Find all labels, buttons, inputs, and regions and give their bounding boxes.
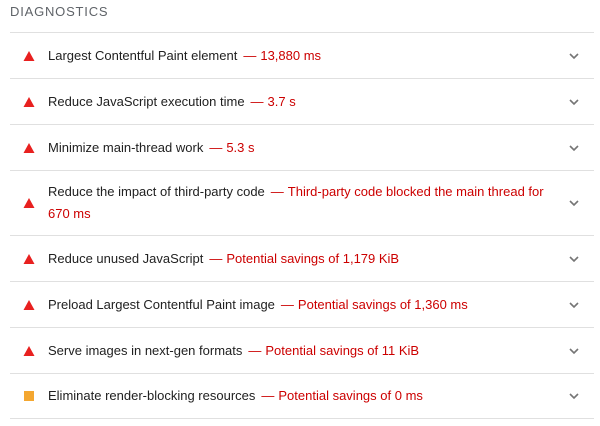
section-title: DIAGNOSTICS [10,4,109,19]
chevron-down-icon[interactable] [568,390,580,402]
audit-title: Minimize main-thread work [48,139,204,155]
audit-separator: — [250,93,264,109]
audit-separator: — [280,296,294,312]
red-triangle-icon [23,50,35,62]
audit-text: Preload Largest Contentful Paint image — P… [48,294,544,316]
chevron-down-icon[interactable] [568,197,580,209]
audit-detail: Potential savings of 11 KiB [265,342,420,358]
audit-row-lcp-element[interactable]: Largest Contentful Paint element —13,880 … [10,32,594,78]
audit-text: Reduce the impact of third-party code — Th… [48,181,544,225]
audit-separator: — [248,342,262,358]
audit-row-third-party[interactable]: Reduce the impact of third-party code — Th… [10,170,594,235]
chevron-down-icon[interactable] [568,345,580,357]
audit-detail: Potential savings of 1,360 ms [297,296,468,312]
audit-list: Largest Contentful Paint element —13,880 … [10,32,594,419]
audit-detail: Potential savings of 0 ms [278,388,423,403]
audit-title: Reduce unused JavaScript [48,250,204,266]
audit-title: Preload Largest Contentful Paint image [48,296,275,312]
red-triangle-icon [23,96,35,108]
audit-detail: 13,880 ms [260,47,322,63]
audit-row-unused-js[interactable]: Reduce unused JavaScript — Potential savin… [10,235,594,281]
audit-separator: — [209,139,223,155]
chevron-down-icon[interactable] [568,96,580,108]
orange-square-icon [23,390,35,402]
audit-text: Eliminate render-blocking resources — Pote… [48,385,544,407]
red-triangle-icon [23,142,35,154]
audit-row-render-blocking[interactable]: Eliminate render-blocking resources — Pote… [10,373,594,419]
audit-separator: — [243,47,257,63]
chevron-down-icon[interactable] [568,253,580,265]
audit-text: Reduce JavaScript execution time —3.7 s [48,91,544,113]
audit-title: Reduce JavaScript execution time [48,93,245,109]
audit-row-next-gen-formats[interactable]: Serve images in next-gen formats — Potenti… [10,327,594,373]
audit-text: Minimize main-thread work —5.3 s [48,137,544,159]
audit-text: Reduce unused JavaScript — Potential savin… [48,248,544,270]
audit-separator: — [261,388,275,403]
audit-row-main-thread[interactable]: Minimize main-thread work —5.3 s [10,124,594,170]
audit-title: Eliminate render-blocking resources [48,388,256,403]
audit-detail: 3.7 s [267,93,296,109]
audit-text: Serve images in next-gen formats — Potenti… [48,340,544,362]
red-triangle-icon [23,299,35,311]
audit-title: Largest Contentful Paint element [48,47,238,63]
audit-separator: — [209,250,223,266]
red-triangle-icon [23,345,35,357]
audit-separator: — [270,184,284,199]
audit-text: Largest Contentful Paint element —13,880 … [48,45,544,67]
chevron-down-icon[interactable] [568,299,580,311]
red-triangle-icon [23,197,35,209]
chevron-down-icon[interactable] [568,142,580,154]
chevron-down-icon[interactable] [568,50,580,62]
audit-row-js-execution[interactable]: Reduce JavaScript execution time —3.7 s [10,78,594,124]
audit-detail: 5.3 s [226,139,255,155]
red-triangle-icon [23,253,35,265]
audit-title: Serve images in next-gen formats [48,342,243,358]
diagnostics-panel: DIAGNOSTICS Largest Contentful Paint ele… [0,0,600,426]
audit-title: Reduce the impact of third-party code [48,184,265,199]
audit-row-preload-lcp[interactable]: Preload Largest Contentful Paint image — P… [10,281,594,327]
audit-detail: Potential savings of 1,179 KiB [226,250,400,266]
